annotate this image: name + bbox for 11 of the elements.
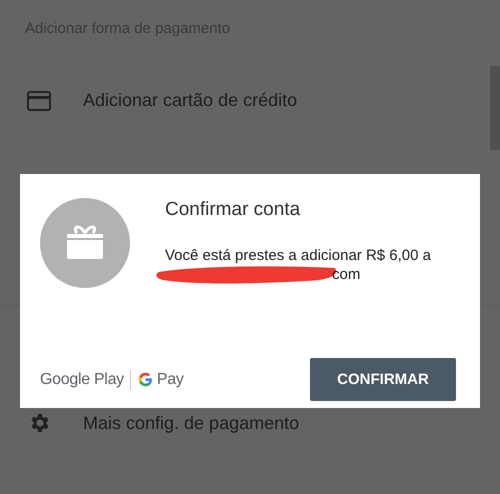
menu-item[interactable]: Adicionar cartão de crédito [83, 90, 298, 111]
email-text: com [332, 266, 360, 282]
menu-item[interactable]: Mais config. de pagamento [83, 412, 300, 434]
dialog-title: Confirmar conta [165, 199, 302, 221]
brand-text: Pay [156, 370, 184, 388]
confirm-button[interactable]: CONFIRMAR [310, 358, 456, 401]
g-logo-icon [136, 371, 154, 388]
brand-text: Google Play [40, 370, 124, 388]
gift-icon [40, 198, 130, 288]
credit-card-icon [27, 90, 51, 110]
dialog-message: Você está prestes a adicionar R$ 6,00 a [165, 247, 432, 264]
